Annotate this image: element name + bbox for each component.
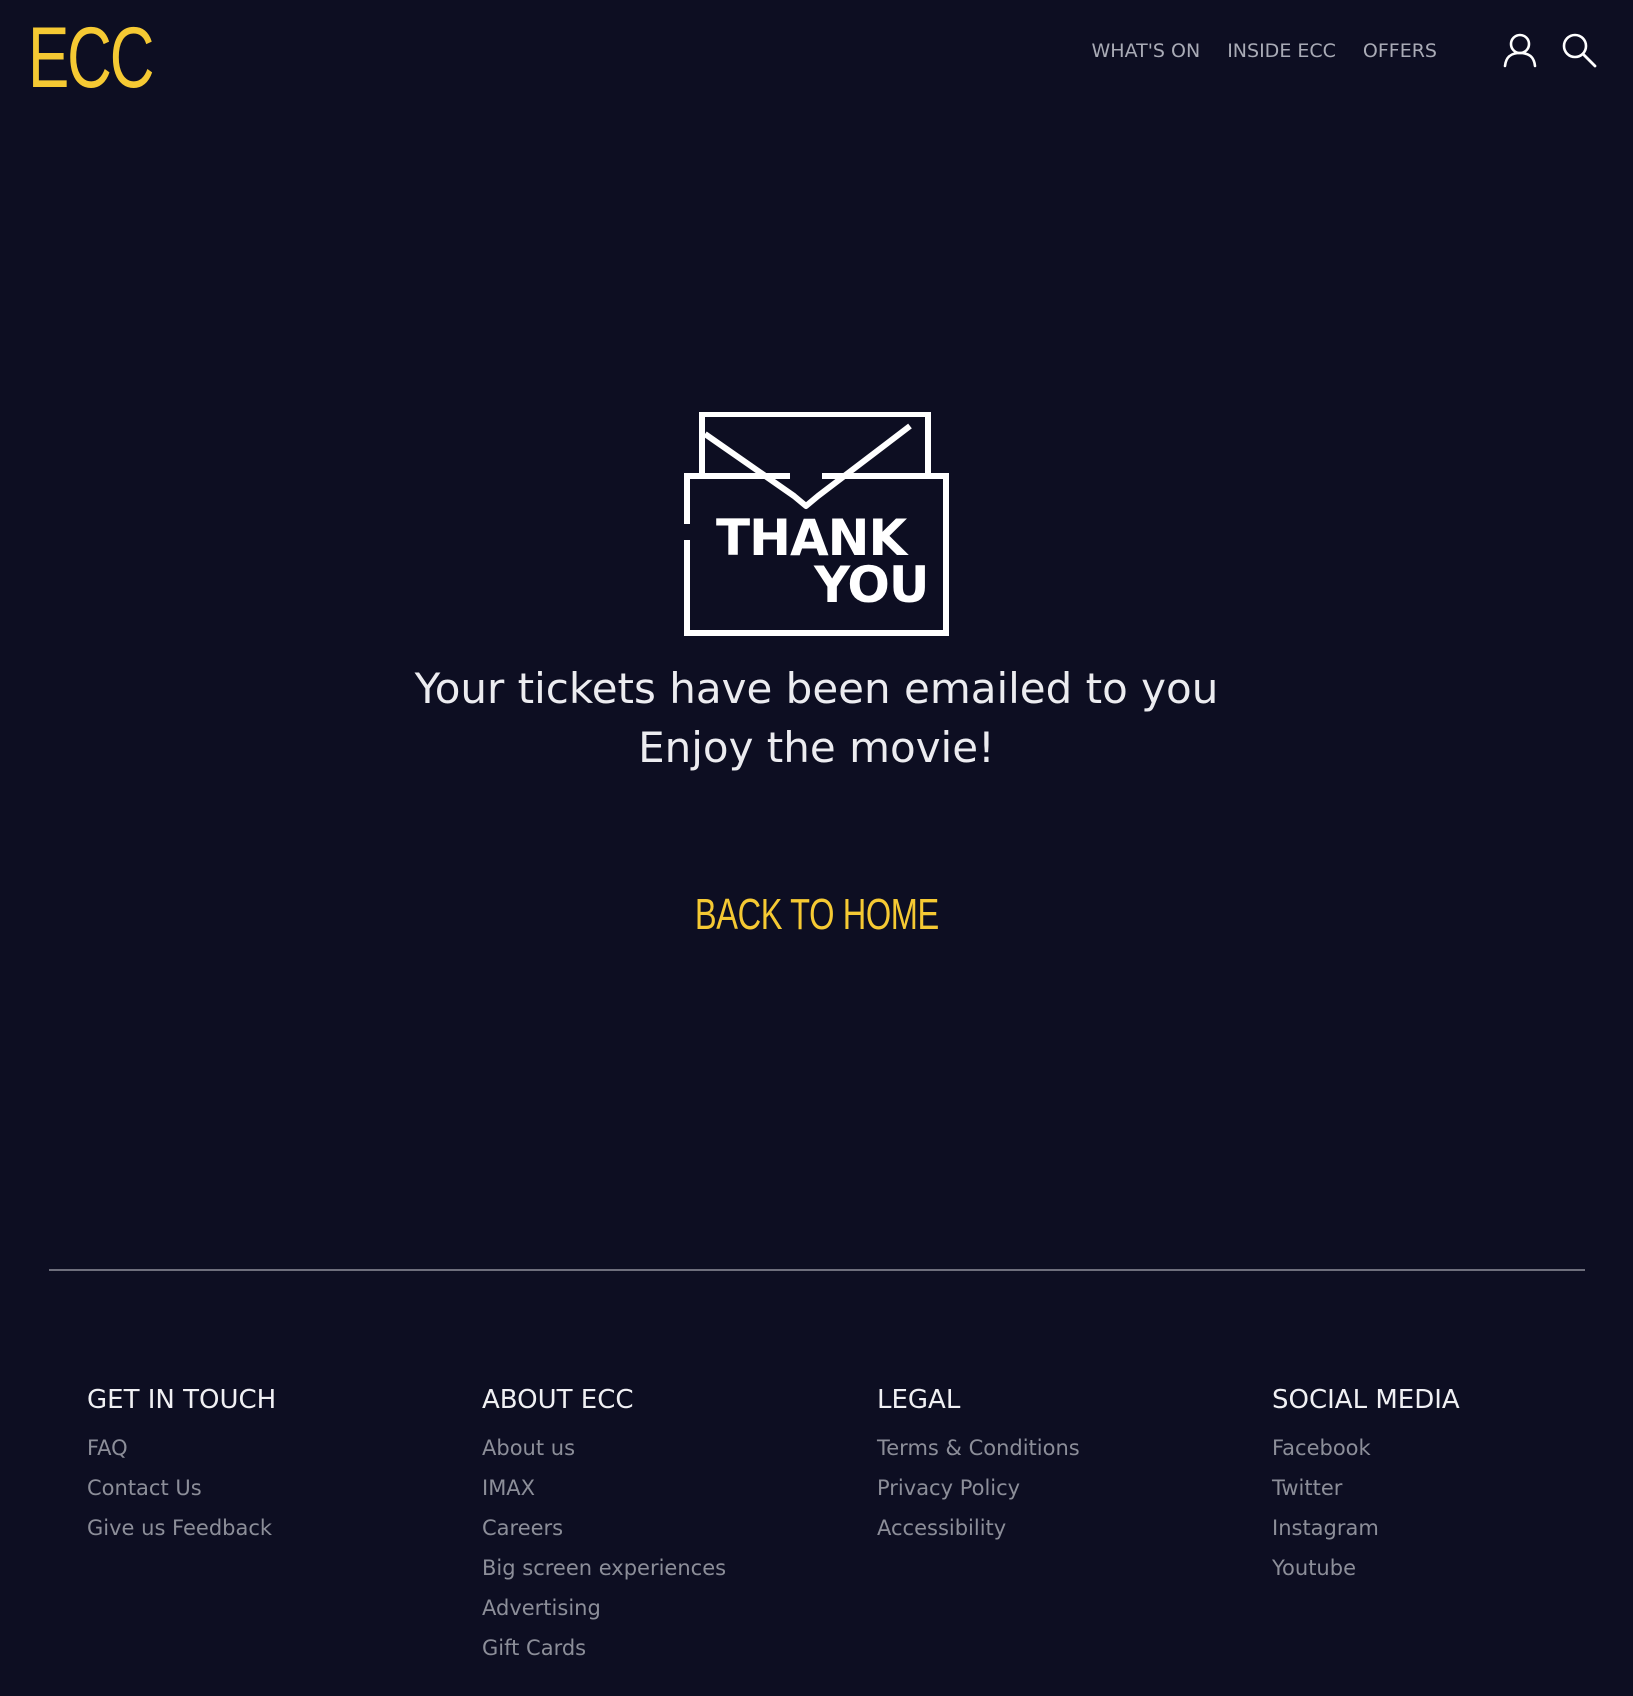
- footer-column-social-media: SOCIAL MEDIA Facebook Twitter Instagram …: [1272, 1384, 1460, 1588]
- footer-column-about-ecc: ABOUT ECC About us IMAX Careers Big scre…: [482, 1384, 726, 1668]
- nav-whats-on[interactable]: WHAT'S ON: [1092, 40, 1201, 62]
- enjoy-message: Enjoy the movie!: [638, 723, 995, 772]
- footer-heading: ABOUT ECC: [482, 1385, 634, 1415]
- footer-heading: GET IN TOUCH: [87, 1385, 277, 1415]
- main-nav: WHAT'S ON INSIDE ECC OFFERS: [1092, 40, 1438, 62]
- footer-link-youtube[interactable]: Youtube: [1272, 1548, 1460, 1588]
- footer-divider: [49, 1269, 1585, 1271]
- confirmation-message: Your tickets have been emailed to you: [414, 664, 1219, 713]
- footer-link-faq[interactable]: FAQ: [87, 1428, 276, 1468]
- footer-link-about-us[interactable]: About us: [482, 1428, 726, 1468]
- user-icon: [1503, 33, 1537, 68]
- footer-link-advertising[interactable]: Advertising: [482, 1588, 726, 1628]
- footer-link-instagram[interactable]: Instagram: [1272, 1508, 1460, 1548]
- back-to-home-link[interactable]: BACK TO HOME: [0, 890, 1633, 940]
- footer-link-accessibility[interactable]: Accessibility: [877, 1508, 1080, 1548]
- footer-link-twitter[interactable]: Twitter: [1272, 1468, 1460, 1508]
- footer-link-terms[interactable]: Terms & Conditions: [877, 1428, 1080, 1468]
- nav-offers[interactable]: OFFERS: [1363, 40, 1437, 62]
- ecc-logo[interactable]: ECC: [28, 8, 154, 108]
- back-to-home-label: BACK TO HOME: [694, 890, 939, 939]
- footer-column-get-in-touch: GET IN TOUCH FAQ Contact Us Give us Feed…: [87, 1384, 276, 1548]
- footer-link-facebook[interactable]: Facebook: [1272, 1428, 1460, 1468]
- footer-link-big-screen[interactable]: Big screen experiences: [482, 1548, 726, 1588]
- footer-link-imax[interactable]: IMAX: [482, 1468, 726, 1508]
- search-button[interactable]: [1559, 30, 1599, 70]
- footer-link-privacy[interactable]: Privacy Policy: [877, 1468, 1080, 1508]
- svg-text:YOU: YOU: [813, 556, 929, 614]
- footer-heading: LEGAL: [877, 1385, 961, 1415]
- footer-heading: SOCIAL MEDIA: [1272, 1385, 1460, 1415]
- footer-link-contact-us[interactable]: Contact Us: [87, 1468, 276, 1508]
- footer-link-feedback[interactable]: Give us Feedback: [87, 1508, 276, 1548]
- nav-inside-ecc[interactable]: INSIDE ECC: [1227, 40, 1336, 62]
- footer-link-careers[interactable]: Careers: [482, 1508, 726, 1548]
- site-header: ECC WHAT'S ON INSIDE ECC OFFERS: [0, 0, 1633, 120]
- footer-link-gift-cards[interactable]: Gift Cards: [482, 1628, 726, 1668]
- search-icon: [1562, 33, 1597, 68]
- account-button[interactable]: [1500, 30, 1540, 70]
- footer-column-legal: LEGAL Terms & Conditions Privacy Policy …: [877, 1384, 1080, 1548]
- thank-you-envelope-icon: THANK YOU: [684, 412, 950, 636]
